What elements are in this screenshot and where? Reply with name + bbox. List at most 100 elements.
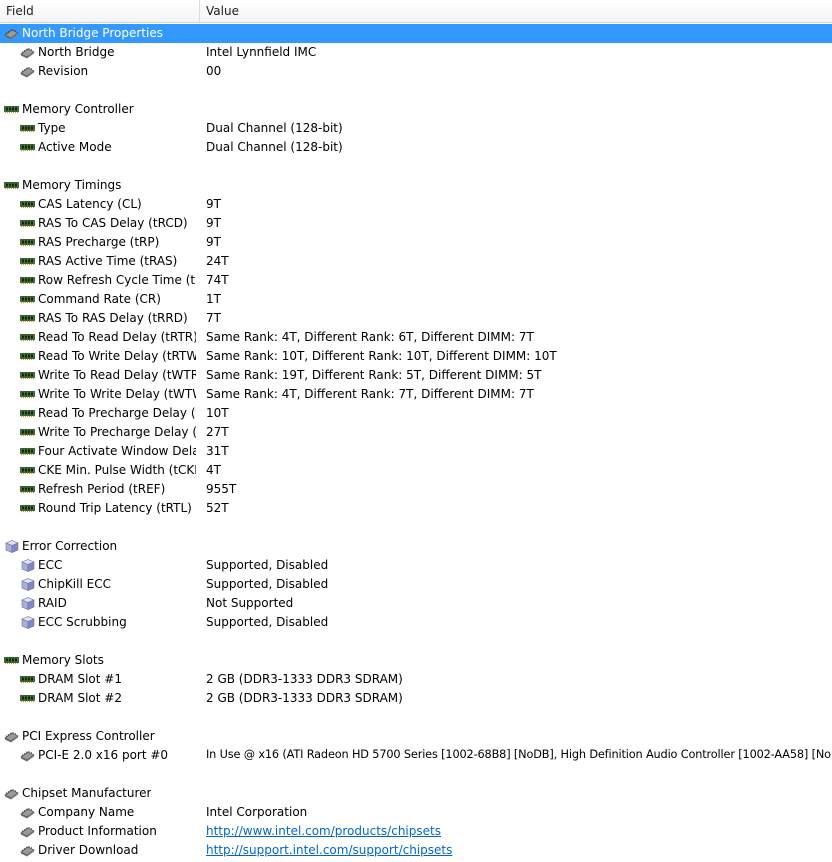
group-error-correction[interactable]: Error Correction bbox=[0, 537, 832, 556]
property-value: Same Rank: 4T, Different Rank: 7T, Diffe… bbox=[206, 387, 534, 401]
column-header-value[interactable]: Value bbox=[206, 4, 239, 18]
memory-module-icon bbox=[20, 445, 35, 458]
property-value: Supported, Disabled bbox=[206, 558, 329, 572]
memory-module-icon bbox=[20, 141, 35, 154]
group-north-bridge-properties[interactable]: North Bridge Properties bbox=[0, 24, 832, 43]
property-field: Write To Precharge Delay (t... bbox=[38, 425, 196, 439]
memory-module-icon bbox=[20, 293, 35, 306]
property-row[interactable]: North Bridge Intel Lynnfield IMC bbox=[0, 43, 832, 62]
property-field: ChipKill ECC bbox=[38, 577, 111, 591]
product-information-link[interactable]: http://www.intel.com/products/chipsets bbox=[206, 824, 441, 838]
property-value: Intel Corporation bbox=[206, 805, 308, 819]
memory-module-icon bbox=[20, 217, 35, 230]
driver-download-link[interactable]: http://support.intel.com/support/chipset… bbox=[206, 843, 452, 857]
column-divider[interactable] bbox=[199, 0, 200, 22]
property-row[interactable]: ECC Supported, Disabled bbox=[0, 556, 832, 575]
property-row[interactable]: Command Rate (CR) 1T bbox=[0, 290, 832, 309]
property-row[interactable]: CKE Min. Pulse Width (tCKE) 4T bbox=[0, 461, 832, 480]
memory-module-icon bbox=[4, 179, 19, 192]
property-row[interactable]: Driver Download http://support.intel.com/… bbox=[0, 841, 832, 860]
property-row[interactable]: Four Activate Window Delay... 31T bbox=[0, 442, 832, 461]
property-field: RAID bbox=[38, 596, 67, 610]
property-field: North Bridge bbox=[38, 45, 115, 59]
property-row[interactable]: Active Mode Dual Channel (128-bit) bbox=[0, 138, 832, 157]
group-title: North Bridge Properties bbox=[22, 26, 163, 40]
property-value: 31T bbox=[206, 444, 229, 458]
property-field: Read To Precharge Delay (tR... bbox=[38, 406, 196, 420]
property-value: 9T bbox=[206, 235, 221, 249]
property-value: Same Rank: 10T, Different Rank: 10T, Dif… bbox=[206, 349, 557, 363]
property-value: 24T bbox=[206, 254, 229, 268]
cube-icon bbox=[20, 616, 35, 629]
memory-module-icon bbox=[20, 350, 35, 363]
property-value: 7T bbox=[206, 311, 221, 325]
property-row[interactable]: Product Information http://www.intel.com/… bbox=[0, 822, 832, 841]
memory-module-icon bbox=[20, 464, 35, 477]
property-value: Same Rank: 19T, Different Rank: 5T, Diff… bbox=[206, 368, 542, 382]
property-value: Same Rank: 4T, Different Rank: 6T, Diffe… bbox=[206, 330, 534, 344]
memory-module-icon bbox=[20, 198, 35, 211]
property-row[interactable]: Read To Read Delay (tRTR) Same Rank: 4T, … bbox=[0, 328, 832, 347]
group-memory-slots[interactable]: Memory Slots bbox=[0, 651, 832, 670]
property-value: Supported, Disabled bbox=[206, 615, 329, 629]
property-row[interactable]: Write To Read Delay (tWTR) Same Rank: 19T… bbox=[0, 366, 832, 385]
chip-icon bbox=[4, 730, 19, 743]
property-field: Refresh Period (tREF) bbox=[38, 482, 166, 496]
property-field: CKE Min. Pulse Width (tCKE) bbox=[38, 463, 196, 477]
group-pci-express-controller[interactable]: PCI Express Controller bbox=[0, 727, 832, 746]
memory-module-icon bbox=[20, 673, 35, 686]
memory-module-icon bbox=[20, 502, 35, 515]
property-field: Driver Download bbox=[38, 843, 139, 857]
property-field: Company Name bbox=[38, 805, 135, 819]
property-field: Write To Read Delay (tWTR) bbox=[38, 368, 196, 382]
chip-icon bbox=[20, 844, 35, 857]
property-value: 9T bbox=[206, 197, 221, 211]
group-chipset-manufacturer[interactable]: Chipset Manufacturer bbox=[0, 784, 832, 803]
property-row[interactable]: DRAM Slot #1 2 GB (DDR3-1333 DDR3 SDRAM) bbox=[0, 670, 832, 689]
property-row[interactable]: Company Name Intel Corporation bbox=[0, 803, 832, 822]
property-row[interactable]: CAS Latency (CL) 9T bbox=[0, 195, 832, 214]
property-row[interactable]: RAS To RAS Delay (tRRD) 7T bbox=[0, 309, 832, 328]
column-header: Field Value bbox=[0, 0, 832, 23]
property-row[interactable]: Read To Precharge Delay (tR... 10T bbox=[0, 404, 832, 423]
property-field: Write To Write Delay (tWTW) bbox=[38, 387, 196, 401]
property-row[interactable]: RAS Precharge (tRP) 9T bbox=[0, 233, 832, 252]
property-row[interactable]: RAID Not Supported bbox=[0, 594, 832, 613]
memory-module-icon bbox=[20, 692, 35, 705]
property-field: DRAM Slot #1 bbox=[38, 672, 122, 686]
chip-icon bbox=[4, 787, 19, 800]
memory-module-icon bbox=[20, 407, 35, 420]
property-row[interactable]: RAS Active Time (tRAS) 24T bbox=[0, 252, 832, 271]
property-field: ECC Scrubbing bbox=[38, 615, 127, 629]
property-list: North Bridge Properties North Bridge Int… bbox=[0, 24, 832, 860]
property-value: In Use @ x16 (ATI Radeon HD 5700 Series … bbox=[206, 748, 832, 761]
property-row[interactable]: Round Trip Latency (tRTL) 52T bbox=[0, 499, 832, 518]
property-row[interactable]: Write To Write Delay (tWTW) Same Rank: 4T… bbox=[0, 385, 832, 404]
property-field: RAS To RAS Delay (tRRD) bbox=[38, 311, 188, 325]
property-row[interactable]: DRAM Slot #2 2 GB (DDR3-1333 DDR3 SDRAM) bbox=[0, 689, 832, 708]
group-memory-timings[interactable]: Memory Timings bbox=[0, 176, 832, 195]
group-title: Memory Timings bbox=[22, 178, 122, 192]
memory-module-icon bbox=[20, 426, 35, 439]
memory-module-icon bbox=[20, 369, 35, 382]
column-header-field[interactable]: Field bbox=[6, 4, 34, 18]
property-field: PCI-E 2.0 x16 port #0 bbox=[38, 748, 169, 762]
property-field: RAS Precharge (tRP) bbox=[38, 235, 160, 249]
property-row[interactable]: Refresh Period (tREF) 955T bbox=[0, 480, 832, 499]
property-row[interactable]: Write To Precharge Delay (t... 27T bbox=[0, 423, 832, 442]
property-row[interactable]: ChipKill ECC Supported, Disabled bbox=[0, 575, 832, 594]
property-row[interactable]: Type Dual Channel (128-bit) bbox=[0, 119, 832, 138]
property-row[interactable]: Read To Write Delay (tRTW) Same Rank: 10T… bbox=[0, 347, 832, 366]
spacer-row bbox=[0, 81, 832, 100]
memory-module-icon bbox=[20, 255, 35, 268]
cube-icon bbox=[20, 597, 35, 610]
property-row[interactable]: Revision 00 bbox=[0, 62, 832, 81]
memory-module-icon bbox=[20, 331, 35, 344]
property-row[interactable]: RAS To CAS Delay (tRCD) 9T bbox=[0, 214, 832, 233]
property-value: Supported, Disabled bbox=[206, 577, 329, 591]
property-row[interactable]: Row Refresh Cycle Time (tRF... 74T bbox=[0, 271, 832, 290]
property-row[interactable]: PCI-E 2.0 x16 port #0 In Use @ x16 (ATI R… bbox=[0, 746, 832, 765]
group-memory-controller[interactable]: Memory Controller bbox=[0, 100, 832, 119]
memory-module-icon bbox=[20, 236, 35, 249]
property-row[interactable]: ECC Scrubbing Supported, Disabled bbox=[0, 613, 832, 632]
